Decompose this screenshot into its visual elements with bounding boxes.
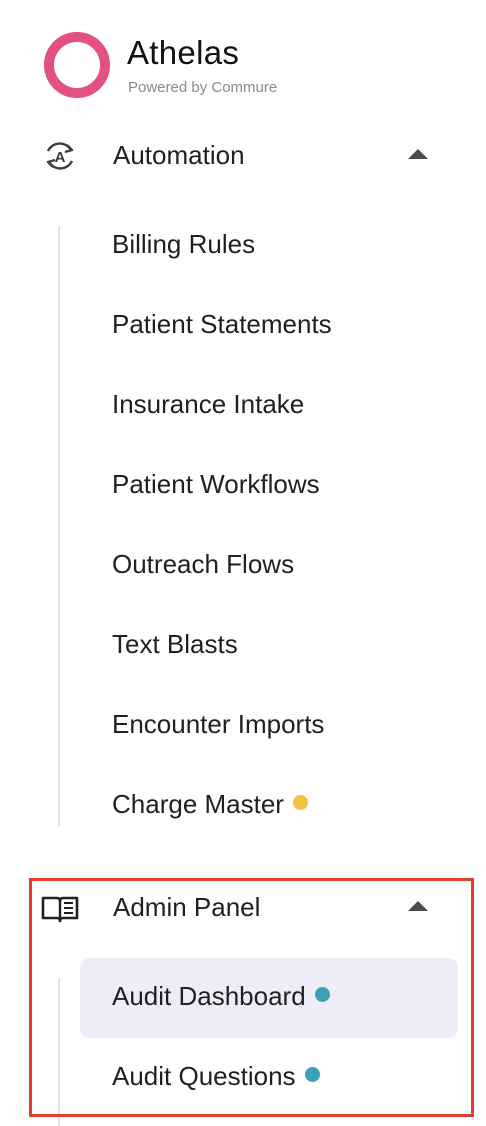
- nav-item-label: Patient Statements: [112, 309, 332, 339]
- svg-text:A: A: [55, 149, 66, 166]
- nav-item-patient-workflows[interactable]: Patient Workflows: [80, 446, 458, 526]
- brand-tagline: Powered by Commure: [128, 79, 278, 96]
- nav-item-encounter-imports[interactable]: Encounter Imports: [80, 686, 458, 766]
- status-dot: [292, 795, 308, 810]
- automation-guide-line: [58, 226, 60, 826]
- nav-item-label: Insurance Intake: [112, 389, 305, 419]
- nav-item-outreach-flows[interactable]: Outreach Flows: [80, 526, 458, 606]
- automation-cycle-icon: A: [40, 139, 80, 173]
- nav-item-label-wrap: Charge Master: [112, 788, 308, 820]
- nav-item-text-blasts[interactable]: Text Blasts: [80, 606, 458, 686]
- nav-item-label: Text Blasts: [112, 629, 238, 659]
- nav-item-label: Encounter Imports: [112, 709, 325, 739]
- nav-item-charge-master[interactable]: Charge Master: [80, 766, 458, 846]
- nav-item-label: Billing Rules: [112, 229, 256, 259]
- logo-ring-icon: [44, 32, 110, 98]
- highlight-box: [29, 878, 474, 1117]
- nav-item-patient-statements[interactable]: Patient Statements: [80, 286, 458, 366]
- nav-item-label: Charge Master: [112, 789, 284, 819]
- section-header-automation[interactable]: A Automation: [0, 127, 486, 183]
- brand-name: Athelas: [127, 34, 240, 71]
- caret-up-icon[interactable]: [408, 149, 428, 159]
- nav-item-label: Patient Workflows: [112, 469, 320, 499]
- nav-item-billing-rules[interactable]: Billing Rules: [80, 206, 458, 286]
- nav-item-label: Outreach Flows: [112, 549, 295, 579]
- section-label: Automation: [113, 140, 245, 170]
- nav-item-insurance-intake[interactable]: Insurance Intake: [80, 366, 458, 446]
